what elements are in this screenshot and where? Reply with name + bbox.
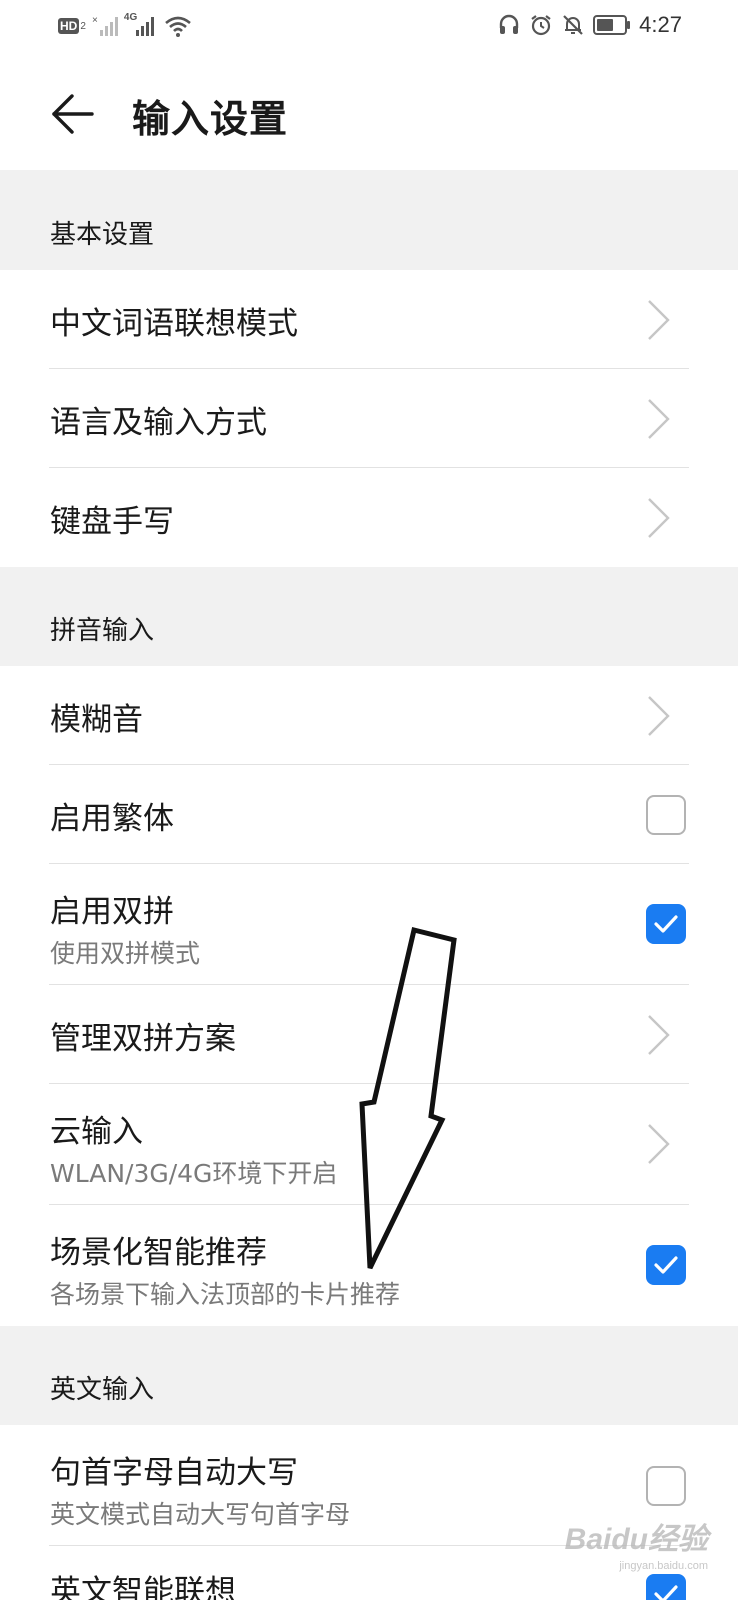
list-item-title: 云输入 [50,1114,143,1150]
list-item-manage-double-pinyin[interactable]: 管理双拼方案 [0,985,738,1084]
scene-recommend-checkbox[interactable] [646,1245,686,1285]
section-header-basic: 基本设置 [0,170,738,270]
status-left: HD 2 × 4G [58,12,192,38]
list-item-title: 管理双拼方案 [50,1021,236,1057]
checkmark-icon [654,1585,678,1600]
hd-icon: HD 2 [58,18,86,34]
list-item-subtitle: 各场景下输入法顶部的卡片推荐 [50,1280,401,1309]
chevron-right-icon [648,696,670,736]
headset-icon [499,14,519,34]
traditional-checkbox[interactable] [646,795,686,835]
watermark-logo: Baidu经验 jingyan.baidu.com [565,1514,708,1572]
hd-sub: 2 [80,20,86,32]
status-right: 4:27 [497,12,682,38]
list-item-subtitle: WLAN/3G/4G环境下开启 [50,1159,338,1188]
list-item-scene-recommend[interactable]: 场景化智能推荐 各场景下输入法顶部的卡片推荐 [0,1205,738,1326]
list-item-title: 启用双拼 [50,894,174,930]
chevron-right-icon [648,498,670,538]
section-header-label: 英文输入 [50,1375,155,1405]
list-item-keyboard-handwriting[interactable]: 键盘手写 [0,468,738,567]
checkmark-icon [654,1256,678,1274]
list-item-fuzzy-sound[interactable]: 模糊音 [0,666,738,765]
back-arrow-icon [52,94,94,134]
svg-text:×: × [92,15,98,26]
section-header-label: 基本设置 [50,220,155,250]
list-item-chinese-association[interactable]: 中文词语联想模式 [0,270,738,369]
list-item-title: 英文智能联想 [50,1574,236,1600]
list-item-subtitle: 使用双拼模式 [50,939,201,968]
section-header-pinyin: 拼音输入 [0,567,738,666]
double-pinyin-checkbox[interactable] [646,904,686,944]
list-item-title: 中文词语联想模式 [50,306,298,342]
list-item-title: 句首字母自动大写 [50,1455,298,1491]
list-item-title: 场景化智能推荐 [50,1235,267,1271]
list-item-cloud-input[interactable]: 云输入 WLAN/3G/4G环境下开启 [0,1084,738,1205]
section-header-label: 拼音输入 [50,616,155,646]
checkmark-icon [654,915,678,933]
list-item-language-input[interactable]: 语言及输入方式 [0,369,738,468]
watermark-brand: Baidu经验 [564,1523,708,1556]
battery-icon [593,15,631,35]
page-title: 输入设置 [132,97,289,141]
wifi-icon [165,16,191,37]
signal-4g-icon: 4G [124,12,158,38]
chevron-right-icon [648,300,670,340]
watermark-site: jingyan.baidu.com [619,1560,708,1572]
hd-label: HD [58,18,80,34]
list-item-title: 启用繁体 [50,801,174,837]
list-item-title: 模糊音 [50,702,143,738]
auto-capitalize-checkbox[interactable] [646,1466,686,1506]
chevron-right-icon [648,1015,670,1055]
mute-bell-icon [563,15,583,35]
list-item-subtitle: 英文模式自动大写句首字母 [50,1500,351,1529]
alarm-icon [531,15,551,36]
signal-no-service-icon: × [92,15,118,36]
list-item-title: 语言及输入方式 [50,405,267,441]
english-predict-checkbox[interactable] [646,1574,686,1600]
app-bar: 输入设置 [0,56,738,170]
status-bar: HD 2 × 4G 4:27 [0,0,738,56]
list-item-title: 键盘手写 [50,504,174,540]
list-item-double-pinyin[interactable]: 启用双拼 使用双拼模式 [0,864,738,985]
list-item-traditional[interactable]: 启用繁体 [0,765,738,864]
back-button[interactable] [46,86,102,142]
status-time: 4:27 [639,12,682,37]
chevron-right-icon [648,1124,670,1164]
chevron-right-icon [648,399,670,439]
section-header-english: 英文输入 [0,1326,738,1425]
